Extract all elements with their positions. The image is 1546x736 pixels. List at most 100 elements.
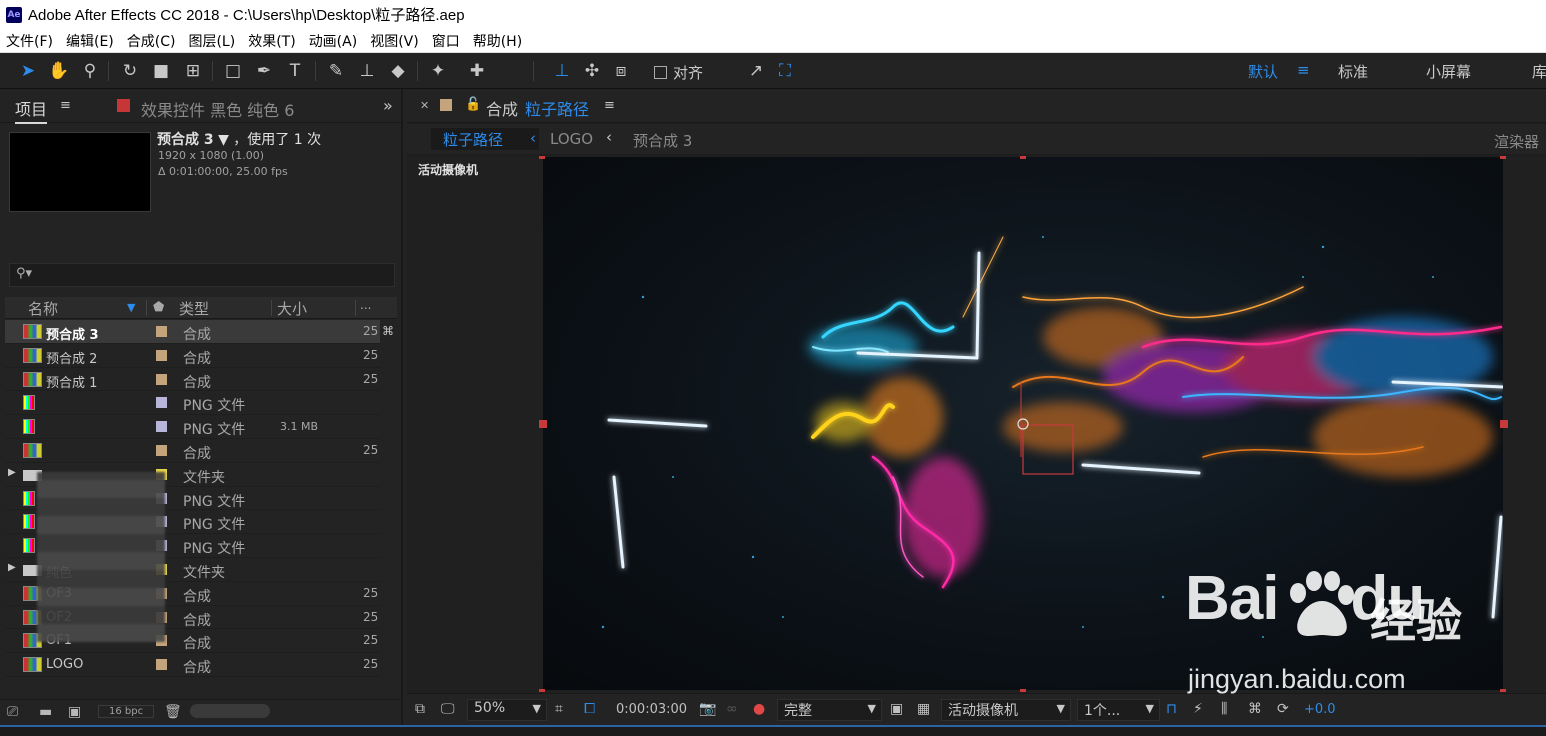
label-color-swatch[interactable] [156,397,167,409]
flowchart-icon[interactable]: ⌘ [1248,701,1262,717]
show-snapshot-icon[interactable]: ∞ [726,701,738,717]
always-preview-icon[interactable]: ⧉ [415,701,425,717]
snap-grid-icon[interactable]: ⛶ [773,59,797,83]
region-of-interest-icon[interactable]: ▣ [890,701,903,717]
usage-dropdown[interactable]: ▼ ，使用了 1 次 [218,132,321,148]
canvas-handle-top-right[interactable] [1500,156,1506,159]
menu-help[interactable]: 帮助(H) [467,31,528,51]
new-folder-icon[interactable]: ▬ [39,704,52,720]
label-color-swatch[interactable] [156,349,167,361]
menu-file[interactable]: 文件(F) [0,31,59,51]
zoom-tool-icon[interactable]: ⚲ [78,59,102,83]
camera-view-dropdown[interactable]: 活动摄像机 ▼ [941,699,1071,721]
project-item-row[interactable]: 合成 25 [5,439,380,463]
project-item-row[interactable]: LOGO 合成 25 [5,653,380,677]
eraser-tool-icon[interactable]: ◆ [386,59,410,83]
menu-view[interactable]: 视图(V) [364,31,425,51]
column-more[interactable]: ... [360,298,371,312]
local-axis-mode-icon[interactable]: ⊥ [550,59,574,83]
transparency-checker-icon[interactable]: ▦ [917,701,930,717]
timeline-icon[interactable]: ⫼ [1221,701,1227,717]
hand-tool-icon[interactable]: ✋ [47,59,71,83]
bit-depth-button[interactable]: 16 bpc [98,705,155,718]
panel-menu-icon[interactable]: ≡ [60,98,71,113]
brush-tool-icon[interactable]: ✎ [324,59,348,83]
resolution-dropdown[interactable]: 完整 ▼ [777,699,882,721]
canvas-handle-right[interactable] [1500,420,1508,428]
lock-icon[interactable]: 🔓 [465,97,481,112]
interpret-footage-icon[interactable]: ⎚ [7,704,18,720]
reset-exposure-icon[interactable]: ⟳ [1277,701,1289,717]
monitor-icon[interactable]: 🖵 [441,701,455,717]
flowchart-icon[interactable]: ⌘ [382,324,394,338]
fit-frame-icon[interactable]: ⌗ [555,701,563,717]
project-search-input[interactable]: ⚲▾ [9,263,395,287]
canvas-handle-top-left[interactable] [539,156,545,159]
exposure-value[interactable]: +0.0 [1304,702,1336,717]
project-item-row[interactable]: 预合成 2 合成 25 [5,344,380,368]
label-color-swatch[interactable] [156,421,167,433]
workspace-menu-icon[interactable]: ≡ [1297,61,1310,79]
label-tag-icon[interactable]: ⬟ [153,300,164,315]
align-toggle[interactable]: 对齐 [654,62,703,83]
project-item-row[interactable]: PNG 文件 3.1 MB [5,415,380,439]
canvas-handle-bottom-left[interactable] [539,689,545,692]
expand-panel-icon[interactable]: » [383,96,393,115]
pan-behind-tool-icon[interactable]: ⊞ [181,59,205,83]
project-item-row[interactable]: 预合成 3 合成 25 ⌘ [5,320,394,344]
menu-animation[interactable]: 动画(A) [303,31,364,51]
clone-stamp-tool-icon[interactable]: ⊥ [355,59,379,83]
menu-edit[interactable]: 编辑(E) [60,31,120,51]
fast-previews-icon[interactable]: ⚡ [1193,701,1203,717]
breadcrumb-item[interactable]: 预合成 3 [633,130,692,151]
tab-effect-controls[interactable]: 效果控件 黑色 纯色 6 [141,97,294,121]
workspace-default[interactable]: 默认 [1248,61,1278,82]
menu-composition[interactable]: 合成(C) [121,31,182,51]
view-axis-mode-icon[interactable]: ⧈ [609,59,633,83]
breadcrumb-item-active[interactable]: 粒子路径 ‹ [431,128,539,150]
puppet-pin-tool-icon[interactable]: ✚ [465,59,489,83]
trash-icon[interactable]: 🗑 [164,704,182,720]
column-name[interactable]: 名称 [28,298,58,319]
roto-brush-tool-icon[interactable]: ✦ [426,59,450,83]
menu-layer[interactable]: 图层(L) [182,31,241,51]
menu-window[interactable]: 窗口 [426,31,466,51]
canvas-handle-top[interactable] [1020,156,1026,159]
menu-effect[interactable]: 效果(T) [242,31,301,51]
tab-composition-prefix[interactable]: 合成 [486,96,518,120]
tab-project[interactable]: 项目 [15,96,48,124]
column-size[interactable]: 大小 [277,298,307,319]
sort-arrow-icon[interactable]: ▼ [127,301,135,314]
column-type[interactable]: 类型 [179,298,209,319]
workspace-small-screen[interactable]: 小屏幕 [1426,61,1471,82]
current-time[interactable]: 0:00:03:00 [616,702,687,717]
magnification-dropdown[interactable]: 50% ▼ [467,699,547,721]
renderer-label[interactable]: 渲染器 [1494,131,1539,152]
project-item-row[interactable]: PNG 文件 [5,391,380,416]
expand-caret-icon[interactable]: ▶ [8,562,16,573]
thumbnail-size-slider[interactable] [190,704,270,718]
label-color-swatch[interactable] [156,444,167,456]
panel-menu-icon[interactable]: ≡ [604,98,615,113]
selection-tool-icon[interactable]: ➤ [16,59,40,83]
camera-tool-icon[interactable]: ■ [149,59,173,83]
transparency-grid-icon[interactable]: ⧠ [584,701,595,717]
snapshot-camera-icon[interactable]: 📷 [699,701,716,717]
rotation-tool-icon[interactable]: ↻ [118,59,142,83]
pen-tool-icon[interactable]: ✒ [252,59,276,83]
type-tool-icon[interactable]: T [283,59,307,83]
expand-caret-icon[interactable]: ▶ [8,467,16,478]
label-color-swatch[interactable] [156,326,167,337]
workspace-libraries[interactable]: 库 [1532,61,1546,82]
world-axis-mode-icon[interactable]: ✣ [580,59,604,83]
label-color-swatch[interactable] [156,659,167,671]
tab-composition-name[interactable]: 粒子路径 [525,96,589,120]
snapping-icon[interactable]: ↗ [744,59,768,83]
new-composition-icon[interactable]: ▣ [68,704,81,720]
canvas-handle-left[interactable] [539,420,547,428]
project-item-row[interactable]: 预合成 1 合成 25 [5,368,380,392]
toggle-view-options-icon[interactable]: ⊓ [1166,701,1177,717]
label-color-swatch[interactable] [156,373,167,385]
canvas-handle-bottom-right[interactable] [1500,689,1506,692]
canvas-handle-bottom[interactable] [1020,689,1026,692]
